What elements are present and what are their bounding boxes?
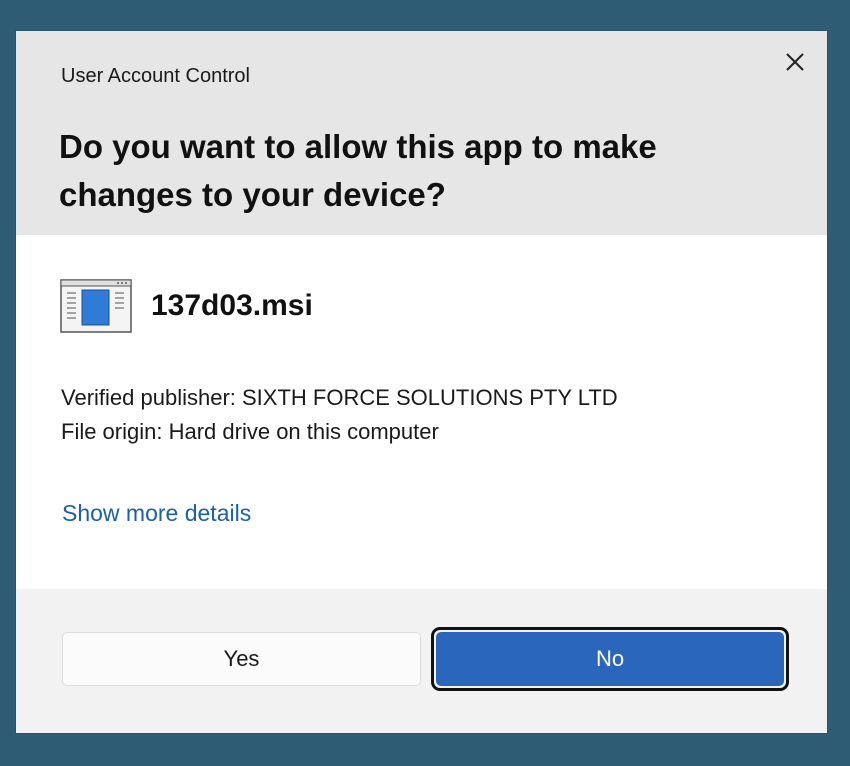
no-button[interactable]: No <box>436 632 784 686</box>
dialog-footer: Yes No <box>16 589 827 733</box>
yes-button[interactable]: Yes <box>62 632 421 686</box>
installer-window-icon <box>60 279 132 333</box>
prompt-question-line-2: changes to your device? <box>59 176 446 213</box>
close-button[interactable] <box>778 45 812 79</box>
close-icon <box>786 53 804 71</box>
uac-dialog: User Account Control Do you want to allo… <box>16 31 827 733</box>
dialog-body: 137d03.msi Verified publisher: SIXTH FOR… <box>16 235 827 589</box>
publisher-info: Verified publisher: SIXTH FORCE SOLUTION… <box>61 381 618 449</box>
dialog-header: User Account Control Do you want to allo… <box>16 31 827 235</box>
dialog-title: User Account Control <box>61 65 250 87</box>
prompt-question: Do you want to allow this app to make ch… <box>59 123 759 219</box>
show-more-details-link[interactable]: Show more details <box>62 500 251 527</box>
app-name: 137d03.msi <box>151 289 313 322</box>
prompt-question-line-1: Do you want to allow this app to make <box>59 128 657 165</box>
verified-publisher: Verified publisher: SIXTH FORCE SOLUTION… <box>61 385 618 410</box>
file-origin: File origin: Hard drive on this computer <box>61 419 439 444</box>
